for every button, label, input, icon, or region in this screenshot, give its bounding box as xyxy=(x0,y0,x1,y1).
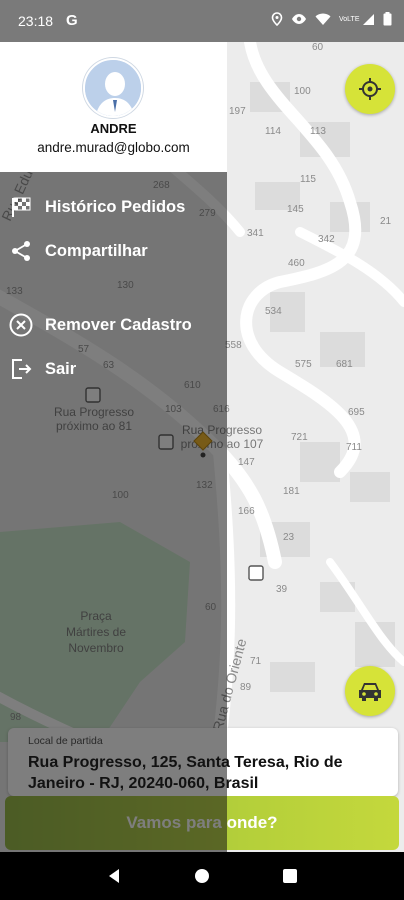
menu-item-compartilhar[interactable]: Compartilhar xyxy=(8,236,148,266)
svg-text:23: 23 xyxy=(283,532,295,543)
menu-item-sair[interactable]: Sair xyxy=(8,354,76,384)
svg-text:342: 342 xyxy=(318,234,335,245)
svg-text:721: 721 xyxy=(291,432,308,443)
google-icon: G xyxy=(66,12,78,29)
share-icon xyxy=(8,238,34,264)
svg-text:114: 114 xyxy=(265,126,281,137)
status-bar: 23:18 G VoLTE xyxy=(0,0,404,42)
car-button[interactable] xyxy=(345,666,395,716)
volte-label: VoLTE xyxy=(339,15,360,23)
location-icon xyxy=(271,12,283,26)
svg-text:113: 113 xyxy=(310,126,326,137)
locate-button[interactable] xyxy=(345,64,395,114)
battery-icon xyxy=(383,12,392,26)
svg-text:575: 575 xyxy=(295,359,312,370)
svg-text:21: 21 xyxy=(380,216,392,227)
svg-text:89: 89 xyxy=(240,682,252,693)
drawer-header: ANDRE andre.murad@globo.com xyxy=(0,42,227,172)
close-circle-icon xyxy=(8,312,34,338)
user-email: andre.murad@globo.com xyxy=(37,140,190,155)
user-name: ANDRE xyxy=(90,121,137,136)
svg-text:558: 558 xyxy=(225,340,242,351)
menu-item-label: Remover Cadastro xyxy=(45,315,192,334)
svg-text:534: 534 xyxy=(265,306,282,317)
checkered-flag-icon xyxy=(8,194,34,220)
system-nav-bar xyxy=(0,852,404,900)
svg-text:695: 695 xyxy=(348,407,365,418)
menu-item-label: Sair xyxy=(45,359,77,378)
eye-icon xyxy=(292,14,306,24)
svg-text:681: 681 xyxy=(336,359,353,370)
status-icons: VoLTE xyxy=(271,12,392,26)
home-icon[interactable] xyxy=(194,868,210,884)
svg-text:460: 460 xyxy=(288,258,305,269)
svg-text:60: 60 xyxy=(312,42,324,53)
svg-text:147: 147 xyxy=(238,457,255,468)
back-icon[interactable] xyxy=(106,868,122,884)
menu-item-label: Compartilhar xyxy=(45,241,148,260)
svg-text:145: 145 xyxy=(287,204,304,215)
svg-text:181: 181 xyxy=(283,486,300,497)
svg-text:71: 71 xyxy=(250,656,262,667)
logout-icon xyxy=(8,356,34,382)
svg-text:197: 197 xyxy=(229,106,246,117)
signal-icon xyxy=(363,13,374,25)
recents-icon[interactable] xyxy=(282,868,298,884)
menu-item-label: Histórico Pedidos xyxy=(45,197,186,216)
svg-text:100: 100 xyxy=(294,86,311,97)
avatar[interactable] xyxy=(83,58,143,118)
svg-text:39: 39 xyxy=(276,584,288,595)
svg-text:341: 341 xyxy=(247,228,264,239)
menu-item-remover-cadastro[interactable]: Remover Cadastro xyxy=(8,310,192,340)
menu-item-historico[interactable]: Histórico Pedidos xyxy=(8,192,185,222)
car-icon xyxy=(359,683,381,701)
svg-text:711: 711 xyxy=(346,442,362,453)
user-avatar-icon xyxy=(85,60,141,116)
wifi-icon xyxy=(315,13,331,25)
crosshair-icon xyxy=(359,78,381,100)
svg-text:166: 166 xyxy=(238,506,255,517)
svg-text:115: 115 xyxy=(300,174,316,185)
status-time: 23:18 xyxy=(18,13,54,29)
